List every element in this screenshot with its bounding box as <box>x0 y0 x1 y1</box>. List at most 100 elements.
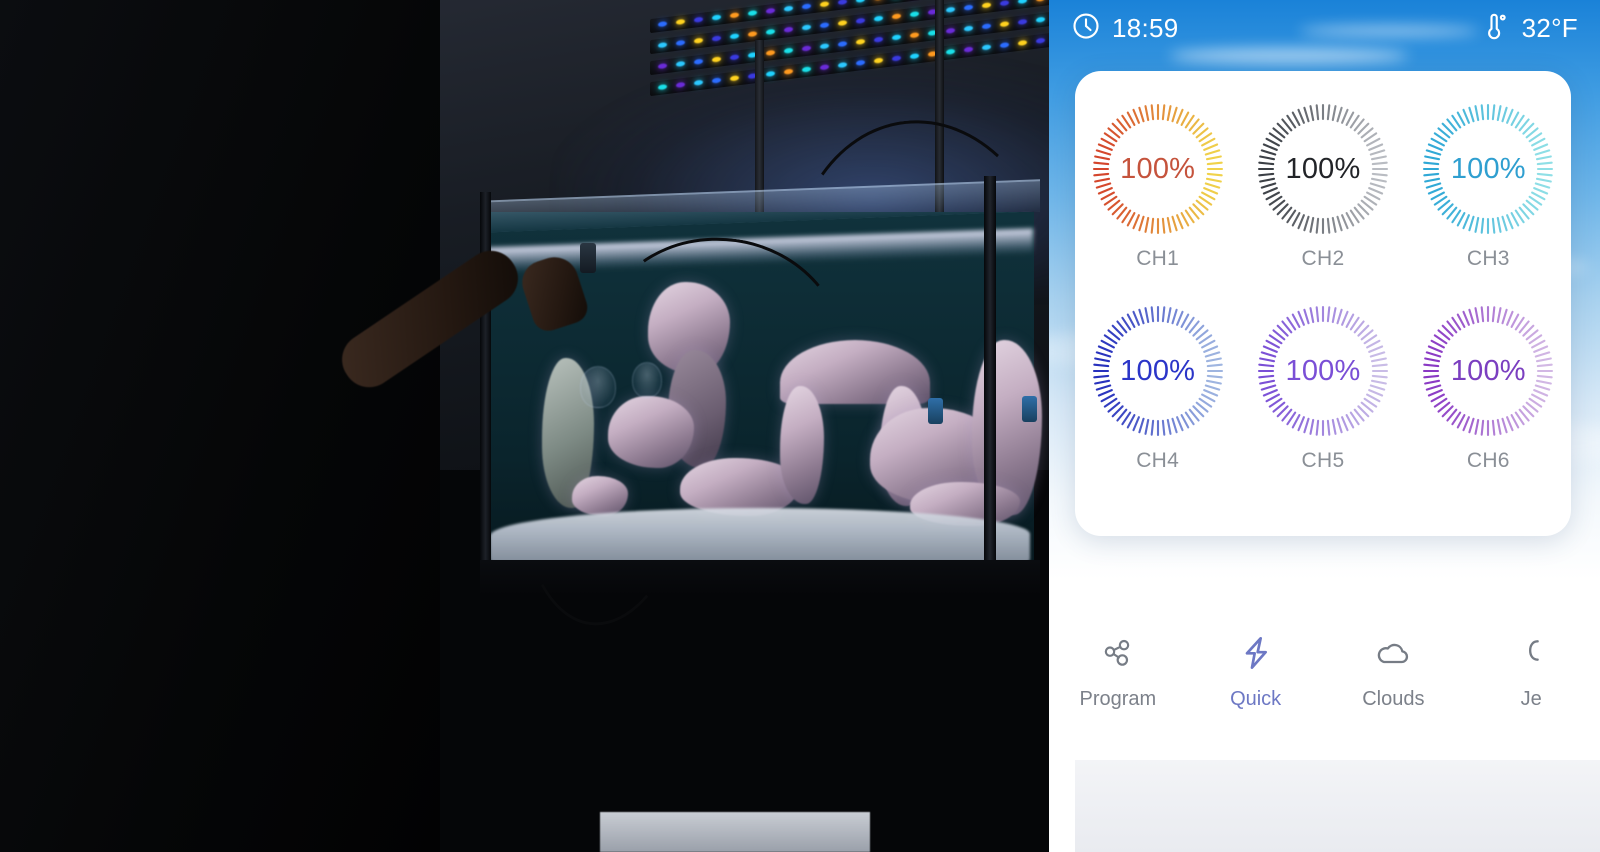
led-diode <box>1018 0 1027 4</box>
channel-card: 100% CH1 100% CH2 100% CH3 100% CH4 100% CH5 100% C… <box>1075 71 1571 536</box>
led-diode <box>910 11 919 18</box>
thermometer-icon <box>1481 11 1511 46</box>
led-diode <box>946 6 955 13</box>
led-diode <box>694 58 703 65</box>
channel-grid: 100% CH1 100% CH2 100% CH3 100% CH4 100% CH5 100% C… <box>1075 101 1571 473</box>
channel-ch1[interactable]: 100% CH1 <box>1075 101 1240 271</box>
led-diode <box>802 45 811 52</box>
dial-ch6[interactable]: 100% <box>1420 303 1556 439</box>
led-diode <box>838 19 847 27</box>
room-dark-side <box>0 0 440 852</box>
channel-label-ch2: CH2 <box>1301 247 1345 270</box>
lightning-bolt-icon <box>1236 632 1276 674</box>
led-diode <box>730 75 739 82</box>
dial-ch5[interactable]: 100% <box>1255 303 1391 439</box>
led-diode <box>820 64 829 71</box>
channel-label-ch1: CH1 <box>1136 247 1180 270</box>
led-diode <box>820 1 829 8</box>
channel-ch5[interactable]: 100% CH5 <box>1240 303 1405 473</box>
screenshot-root: 18:59 32°F 100% CH1 100% CH2 100% CH3 100% CH4 1… <box>0 0 1600 852</box>
dial-ch2[interactable]: 100% <box>1255 101 1391 237</box>
channel-ch3[interactable]: 100% CH3 <box>1406 101 1571 271</box>
led-diode <box>802 66 811 73</box>
led-diode <box>820 43 829 50</box>
channel-ch4[interactable]: 100% CH4 <box>1075 303 1240 473</box>
floor-object <box>600 812 870 852</box>
led-diode <box>658 63 667 70</box>
led-diode <box>694 16 703 23</box>
status-temp-group: 32°F <box>1481 11 1578 46</box>
led-diode <box>694 79 703 86</box>
led-diode <box>658 21 667 28</box>
led-diode <box>676 18 685 25</box>
led-diode <box>748 31 757 38</box>
led-diode <box>766 28 775 35</box>
led-diode <box>1000 42 1009 49</box>
led-diode <box>784 47 793 54</box>
led-diode <box>1000 0 1009 7</box>
channel-label-ch3: CH3 <box>1466 247 1510 270</box>
led-diode <box>892 34 901 41</box>
tab-label-program: Program <box>1079 688 1157 710</box>
tab-label-quick: Quick <box>1230 688 1282 710</box>
led-diode <box>766 7 775 14</box>
led-diode <box>892 13 901 20</box>
bottom-panel-strip <box>1075 760 1600 852</box>
led-diode <box>874 57 883 64</box>
dial-ch1[interactable]: 100% <box>1090 101 1226 237</box>
led-diode <box>964 25 973 32</box>
status-time-group: 18:59 <box>1071 11 1179 46</box>
led-diode <box>1036 16 1045 23</box>
status-bar: 18:59 32°F <box>1049 0 1600 56</box>
led-diode <box>946 48 955 55</box>
led-diode <box>784 5 793 12</box>
led-diode <box>1036 37 1045 44</box>
led-diode <box>838 40 847 48</box>
led-diode <box>874 36 883 43</box>
tank-frame-left <box>480 192 491 564</box>
dial-value-ch1: 100% <box>1120 152 1196 185</box>
tab-program[interactable]: Program <box>1049 632 1187 711</box>
led-diode <box>856 17 865 24</box>
led-diode <box>784 68 793 75</box>
channel-label-ch6: CH6 <box>1466 449 1510 472</box>
led-diode <box>712 77 721 84</box>
led-diode <box>874 15 883 22</box>
dial-value-ch5: 100% <box>1285 354 1361 387</box>
led-diode <box>802 3 811 10</box>
tab-label-clouds: Clouds <box>1362 688 1425 710</box>
led-diode <box>1018 18 1027 25</box>
led-diode <box>802 24 811 31</box>
led-diode <box>856 38 865 45</box>
led-diode <box>730 12 739 19</box>
tab-jet[interactable]: Je <box>1462 632 1600 711</box>
led-diode <box>1000 21 1009 28</box>
led-diode <box>964 4 973 11</box>
led-diode <box>676 39 685 46</box>
led-diode <box>712 56 721 63</box>
dial-ch4[interactable]: 100% <box>1090 303 1226 439</box>
aquarium-photo <box>0 0 1049 852</box>
led-diode <box>766 49 775 56</box>
current-time: 18:59 <box>1112 12 1179 43</box>
led-diode <box>676 81 685 88</box>
led-diode <box>784 26 793 33</box>
tab-quick[interactable]: Quick <box>1187 632 1325 711</box>
led-diode <box>712 35 721 42</box>
dial-ch3[interactable]: 100% <box>1420 101 1556 237</box>
channel-ch2[interactable]: 100% CH2 <box>1240 101 1405 271</box>
tab-label-jet: Je <box>1520 688 1542 710</box>
led-diode <box>730 33 739 40</box>
led-diode <box>874 0 883 1</box>
tab-clouds[interactable]: Clouds <box>1325 632 1463 711</box>
led-diode <box>910 53 919 60</box>
share-nodes-icon <box>1098 632 1138 674</box>
channel-ch6[interactable]: 100% CH6 <box>1406 303 1571 473</box>
dial-value-ch4: 100% <box>1120 354 1196 387</box>
cloud-icon <box>1373 632 1413 674</box>
led-diode <box>658 42 667 49</box>
led-diode <box>982 2 991 9</box>
aquarium-controller-app: 18:59 32°F 100% CH1 100% CH2 100% CH3 100% CH4 1… <box>1049 0 1600 852</box>
led-diode <box>712 14 721 21</box>
dial-value-ch3: 100% <box>1450 152 1526 185</box>
